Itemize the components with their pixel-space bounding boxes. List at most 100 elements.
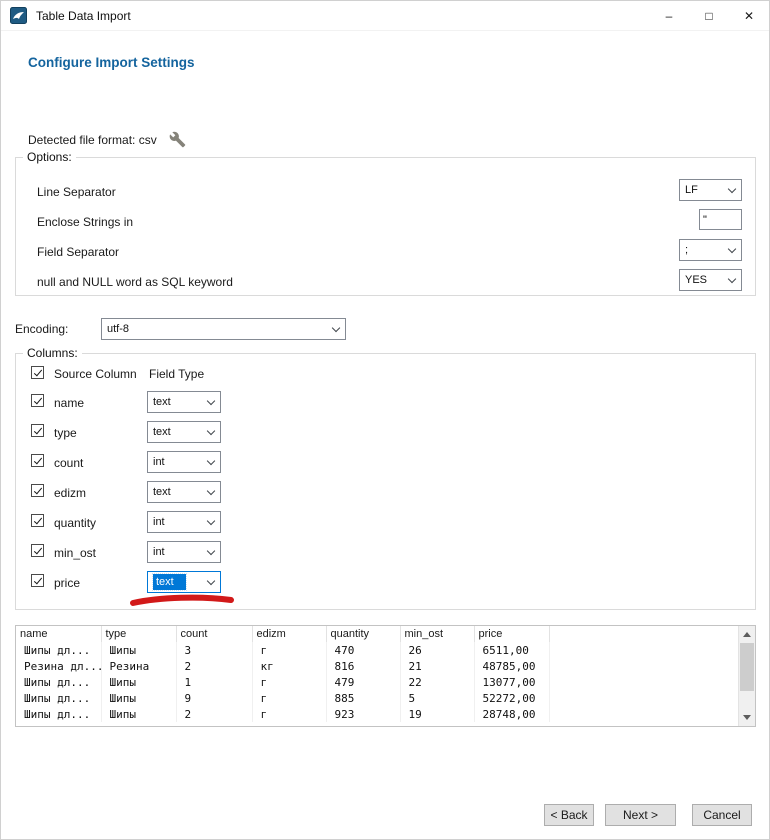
line-separator-value: LF [685, 184, 698, 196]
maximize-button[interactable]: □ [689, 1, 729, 31]
encoding-select[interactable]: utf-8 [101, 318, 346, 340]
cell: 6511,00 [474, 642, 549, 658]
chevron-down-icon [207, 486, 215, 494]
options-group: Options: Line Separator LF Enclose Strin… [15, 157, 756, 296]
check-icon [33, 545, 41, 554]
preview-header[interactable]: price [474, 626, 549, 642]
preview-header-row: name type count edizm quantity min_ost p… [16, 626, 738, 642]
cell: Резина [101, 658, 176, 674]
column-type-select-quantity[interactable]: int [147, 511, 221, 533]
column-checkbox-name[interactable] [31, 394, 44, 407]
column-type-value: int [153, 516, 165, 528]
check-icon [33, 515, 41, 524]
chevron-down-icon [728, 244, 736, 252]
preview-header[interactable]: quantity [326, 626, 400, 642]
next-button[interactable]: Next > [605, 804, 676, 826]
cell: Шипы дл... [16, 690, 101, 706]
encoding-value: utf-8 [107, 323, 129, 335]
line-separator-select[interactable]: LF [679, 179, 742, 201]
source-column-header: Source Column [54, 367, 137, 381]
scrollbar-thumb[interactable] [740, 643, 754, 691]
columns-group: Columns: Source Column Field Type name t… [15, 353, 756, 610]
enclose-strings-input[interactable] [699, 209, 742, 230]
column-checkbox-quantity[interactable] [31, 514, 44, 527]
preview-header[interactable]: type [101, 626, 176, 642]
options-group-label: Options: [23, 150, 76, 164]
cell: Шипы [101, 690, 176, 706]
check-icon [33, 395, 41, 404]
cell: Шипы дл... [16, 642, 101, 658]
cell: Шипы [101, 674, 176, 690]
column-checkbox-edizm[interactable] [31, 484, 44, 497]
column-checkbox-type[interactable] [31, 424, 44, 437]
cell: 885 [326, 690, 400, 706]
preview-header[interactable]: count [176, 626, 252, 642]
column-type-select-type[interactable]: text [147, 421, 221, 443]
table-row[interactable]: Шипы дл... Шипы 9 г 885 5 52272,00 [16, 690, 738, 706]
column-type-select-price[interactable]: text [147, 571, 221, 593]
field-separator-select[interactable]: ; [679, 239, 742, 261]
wrench-icon[interactable] [169, 131, 186, 148]
cell: г [252, 690, 326, 706]
encoding-label: Encoding: [15, 322, 68, 336]
check-icon [33, 425, 41, 434]
preview-header[interactable]: min_ost [400, 626, 474, 642]
column-name-label: min_ost [54, 546, 96, 560]
close-button[interactable]: ✕ [729, 1, 769, 31]
cell: 9 [176, 690, 252, 706]
app-icon [10, 7, 27, 24]
column-type-value-selected: text [153, 574, 186, 590]
column-name-label: type [54, 426, 77, 440]
column-type-value: text [153, 486, 171, 498]
cell: 52272,00 [474, 690, 549, 706]
back-button[interactable]: < Back [544, 804, 594, 826]
select-all-columns-checkbox[interactable] [31, 366, 44, 379]
cell: г [252, 674, 326, 690]
scrollbar-up-button[interactable] [739, 626, 755, 643]
window-title: Table Data Import [36, 9, 131, 23]
cancel-button[interactable]: Cancel [692, 804, 752, 826]
preview-header[interactable]: edizm [252, 626, 326, 642]
column-type-select-min-ost[interactable]: int [147, 541, 221, 563]
page-title: Configure Import Settings [28, 55, 195, 70]
column-checkbox-price[interactable] [31, 574, 44, 587]
chevron-down-icon [207, 396, 215, 404]
column-type-select-edizm[interactable]: text [147, 481, 221, 503]
column-row-price: price text [16, 570, 755, 596]
cell: 13077,00 [474, 674, 549, 690]
column-type-select-count[interactable]: int [147, 451, 221, 473]
chevron-down-icon [207, 576, 215, 584]
column-type-select-name[interactable]: text [147, 391, 221, 413]
column-name-label: name [54, 396, 84, 410]
table-row[interactable]: Шипы дл... Шипы 1 г 479 22 13077,00 [16, 674, 738, 690]
table-row[interactable]: Шипы дл... Шипы 3 г 470 26 6511,00 [16, 642, 738, 658]
chevron-down-icon [207, 546, 215, 554]
detected-format-label: Detected file format: csv [28, 133, 157, 147]
cell-filler [549, 642, 738, 658]
cell: г [252, 706, 326, 722]
vertical-scrollbar[interactable] [738, 626, 755, 726]
null-keyword-label: null and NULL word as SQL keyword [37, 275, 233, 289]
table-row[interactable]: Резина дл... Резина 2 кг 816 21 48785,00 [16, 658, 738, 674]
scrollbar-down-button[interactable] [739, 709, 755, 726]
table-row[interactable]: Шипы дл... Шипы 2 г 923 19 28748,00 [16, 706, 738, 722]
chevron-down-icon [332, 323, 340, 331]
detected-format-row: Detected file format: csv [28, 131, 186, 148]
column-row-count: count int [16, 450, 755, 476]
field-separator-label: Field Separator [37, 245, 119, 259]
titlebar: Table Data Import – □ ✕ [1, 1, 769, 31]
cell: 2 [176, 706, 252, 722]
cell: Шипы дл... [16, 706, 101, 722]
cell: 3 [176, 642, 252, 658]
cell-filler [549, 658, 738, 674]
preview-header[interactable]: name [16, 626, 101, 642]
null-keyword-select[interactable]: YES [679, 269, 742, 291]
column-name-label: price [54, 576, 80, 590]
minimize-button[interactable]: – [649, 1, 689, 31]
null-keyword-value: YES [685, 274, 707, 286]
cell: 26 [400, 642, 474, 658]
column-checkbox-min-ost[interactable] [31, 544, 44, 557]
column-checkbox-count[interactable] [31, 454, 44, 467]
chevron-down-icon [207, 456, 215, 464]
column-type-value: int [153, 456, 165, 468]
